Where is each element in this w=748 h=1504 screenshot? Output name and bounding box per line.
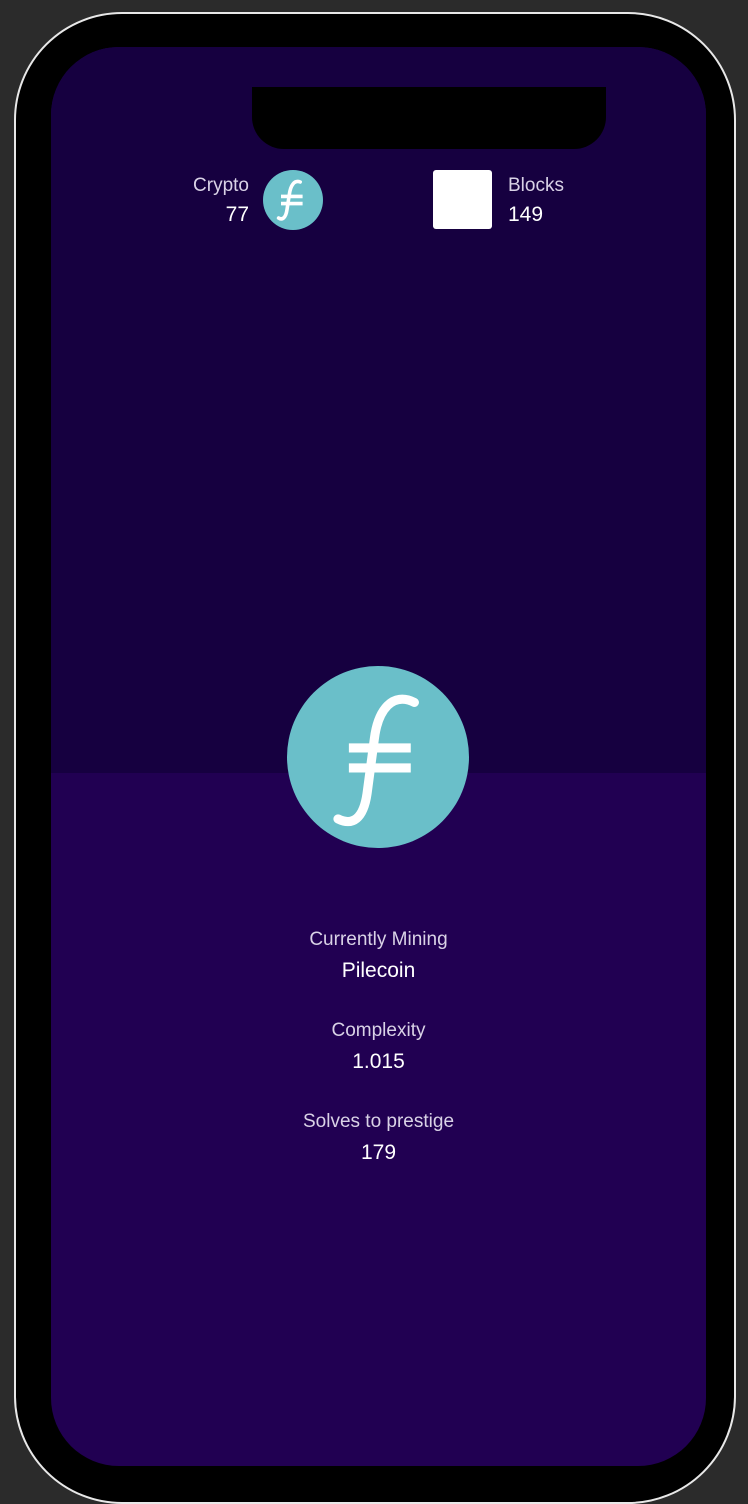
blocks-label: Blocks [508,175,564,196]
filecoin-icon [333,694,419,827]
mining-area [51,47,706,773]
complexity-label: Complexity [331,1020,426,1041]
currently-mining: Currently Mining Pilecoin [51,929,706,984]
solves-to-prestige-label: Solves to prestige [302,1111,455,1132]
crypto-count: 77 [225,203,249,226]
solves-to-prestige: Solves to prestige 179 [51,1111,706,1166]
currently-mining-label: Currently Mining [309,929,448,950]
currently-mining-value: Pilecoin [341,959,416,982]
device-notch [252,87,606,149]
crypto-label: Crypto [193,175,249,196]
filecoin-icon [263,170,323,230]
blocks-count: 149 [508,203,544,226]
complexity-value: 1.015 [352,1050,405,1073]
complexity: Complexity 1.015 [51,1020,706,1075]
solves-to-prestige-value: 179 [360,1141,397,1164]
mine-coin-button[interactable] [287,666,469,848]
block-icon [433,170,492,229]
app-screen: Crypto 77 Blocks 149 Currently Mining Pi… [51,47,706,1466]
